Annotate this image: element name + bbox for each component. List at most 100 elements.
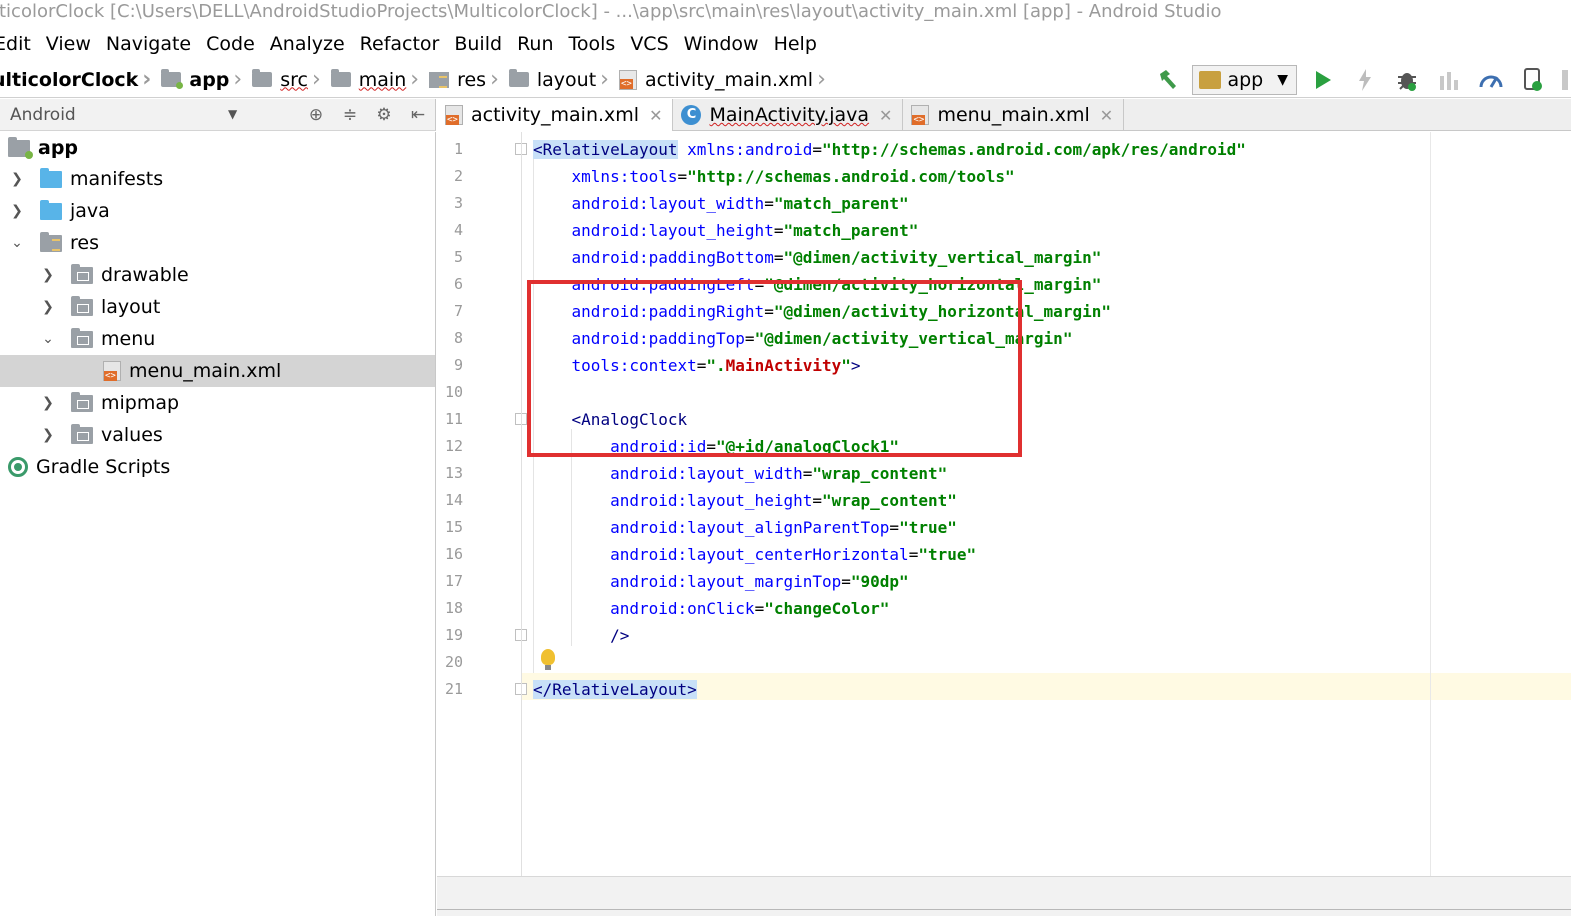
- breadcrumb-layout[interactable]: layout ›: [508, 67, 615, 92]
- close-icon[interactable]: ✕: [1100, 106, 1113, 125]
- chevron-down-icon[interactable]: ▼: [228, 107, 237, 121]
- code-line: android:paddingLeft="@dimen/activity_hor…: [571, 275, 1102, 294]
- hammer-icon: [1160, 70, 1177, 89]
- folder-icon: [330, 69, 351, 87]
- menu-navigate[interactable]: Navigate: [106, 33, 191, 55]
- res-folder-icon: [429, 71, 450, 88]
- line-number: 7: [453, 302, 463, 320]
- menu-refactor[interactable]: Refactor: [360, 33, 440, 55]
- code-editor[interactable]: 1 2 3 4 5 6 7 8 9 10 11 12 13 14 15 16 1…: [437, 132, 1571, 876]
- tab-menu-main-xml[interactable]: menu_main.xml ✕: [903, 99, 1125, 131]
- more-toolbar-button[interactable]: [1559, 65, 1571, 95]
- menu-code[interactable]: Code: [206, 33, 255, 55]
- bug-icon: [1398, 73, 1416, 91]
- chevron-down-icon[interactable]: ⌄: [37, 331, 59, 347]
- menu-bar: Edit View Navigate Code Analyze Refactor…: [0, 28, 1571, 60]
- project-view-select[interactable]: Android: [10, 105, 76, 125]
- chevron-right-icon[interactable]: ❯: [37, 267, 59, 283]
- target-icon[interactable]: ⊕: [304, 103, 328, 127]
- code-line: android:layout_height="wrap_content": [610, 491, 957, 510]
- close-icon[interactable]: ✕: [649, 106, 662, 125]
- chevron-right-icon: ›: [600, 67, 609, 92]
- line-number: 16: [444, 545, 463, 563]
- tree-item-label: Gradle Scripts: [36, 456, 171, 478]
- chevron-right-icon[interactable]: ❯: [6, 203, 28, 219]
- menu-view[interactable]: View: [46, 33, 91, 55]
- make-project-button[interactable]: [1152, 65, 1184, 95]
- debug-button[interactable]: [1391, 65, 1423, 95]
- tree-item-mipmap[interactable]: ❯ mipmap: [37, 387, 179, 419]
- chevron-right-icon: ›: [410, 67, 420, 92]
- close-icon[interactable]: ✕: [879, 106, 892, 125]
- xml-file-icon: [911, 105, 930, 125]
- breadcrumb-main[interactable]: main ›: [330, 67, 425, 92]
- hide-panel-icon[interactable]: ⇤: [406, 103, 430, 127]
- device-icon: [1524, 68, 1542, 91]
- menu-help[interactable]: Help: [774, 33, 817, 55]
- tree-item-layout[interactable]: ❯ layout: [37, 291, 160, 323]
- tree-item-gradle-scripts[interactable]: Gradle Scripts: [8, 451, 170, 483]
- tree-item-java[interactable]: ❯ java: [6, 195, 110, 227]
- more-icon: [1562, 70, 1568, 90]
- breadcrumb-app[interactable]: app ›: [161, 67, 248, 92]
- breadcrumb-project[interactable]: ulticolorClock ›: [0, 67, 157, 92]
- avd-manager-button[interactable]: [1517, 65, 1549, 95]
- profile-button[interactable]: [1475, 65, 1507, 95]
- menu-edit[interactable]: Edit: [0, 33, 31, 55]
- menu-window[interactable]: Window: [684, 33, 759, 55]
- code-line: android:layout_width="match_parent": [571, 194, 909, 213]
- line-number: 5: [453, 248, 463, 266]
- breadcrumb-src[interactable]: src ›: [252, 67, 327, 92]
- tab-mainactivity-java[interactable]: C MainActivity.java ✕: [673, 99, 904, 131]
- line-number: 1: [453, 140, 463, 158]
- menu-tools[interactable]: Tools: [569, 33, 616, 55]
- code-line: android:id="@+id/analogClock1": [610, 437, 900, 456]
- chevron-down-icon[interactable]: ⌄: [6, 235, 28, 251]
- project-panel-actions: ⊕ ≑ ⚙ ⇤: [304, 103, 440, 127]
- menu-vcs[interactable]: VCS: [630, 33, 668, 55]
- menu-build[interactable]: Build: [454, 33, 502, 55]
- line-number: 15: [444, 518, 463, 536]
- tree-item-res[interactable]: ⌄ res: [6, 227, 99, 259]
- collapse-all-icon[interactable]: ≑: [338, 103, 362, 127]
- chevron-right-icon[interactable]: ❯: [6, 171, 28, 187]
- tree-item-drawable[interactable]: ❯ drawable: [37, 259, 189, 291]
- run-configuration-select[interactable]: app ▼: [1192, 65, 1297, 95]
- tree-item-app[interactable]: app: [8, 132, 78, 164]
- tree-item-label: layout: [101, 296, 161, 318]
- navigation-bar: ulticolorClock › app › src › main › res › lay…: [0, 62, 1571, 98]
- apply-changes-button[interactable]: [1349, 65, 1381, 95]
- gear-icon[interactable]: ⚙: [372, 103, 396, 127]
- line-number: 14: [444, 491, 463, 509]
- line-number: 10: [444, 383, 463, 401]
- tree-item-label: menu: [101, 328, 156, 350]
- lightbulb-icon[interactable]: [541, 649, 555, 670]
- chevron-right-icon[interactable]: ❯: [37, 395, 59, 411]
- tab-label: activity_main.xml: [471, 104, 640, 126]
- lightning-icon: [1359, 69, 1371, 91]
- folder-icon: [71, 423, 93, 444]
- attach-debugger-button[interactable]: [1433, 65, 1465, 95]
- right-margin-guide: [1430, 132, 1431, 876]
- code-line: tools:context=".MainActivity">: [571, 356, 861, 375]
- tree-item-label: res: [70, 232, 99, 254]
- breadcrumb-file[interactable]: activity_main.xml›: [618, 67, 832, 92]
- gradle-icon: [8, 457, 28, 477]
- menu-analyze[interactable]: Analyze: [270, 33, 345, 55]
- chevron-right-icon[interactable]: ❯: [37, 427, 59, 443]
- tree-item-menu[interactable]: ⌄ menu: [37, 323, 155, 355]
- play-icon: [1316, 71, 1331, 89]
- breadcrumb-res[interactable]: res ›: [429, 67, 505, 92]
- code-line: android:layout_centerHorizontal="true": [610, 545, 977, 564]
- tab-activity-main-xml[interactable]: activity_main.xml ✕: [437, 99, 674, 131]
- tree-item-manifests[interactable]: ❯ manifests: [6, 163, 163, 195]
- code-line: <RelativeLayout xmlns:android="http://sc…: [533, 140, 1246, 159]
- tree-item-values[interactable]: ❯ values: [37, 419, 163, 451]
- run-button[interactable]: [1307, 65, 1339, 95]
- line-number: 21: [444, 680, 463, 698]
- editor-gutter: 1 2 3 4 5 6 7 8 9 10 11 12 13 14 15 16 1…: [437, 132, 527, 876]
- menu-run[interactable]: Run: [517, 33, 553, 55]
- chevron-right-icon[interactable]: ❯: [37, 299, 59, 315]
- tree-item-menu-main-xml[interactable]: menu_main.xml: [0, 355, 435, 387]
- folder-icon: [40, 167, 62, 188]
